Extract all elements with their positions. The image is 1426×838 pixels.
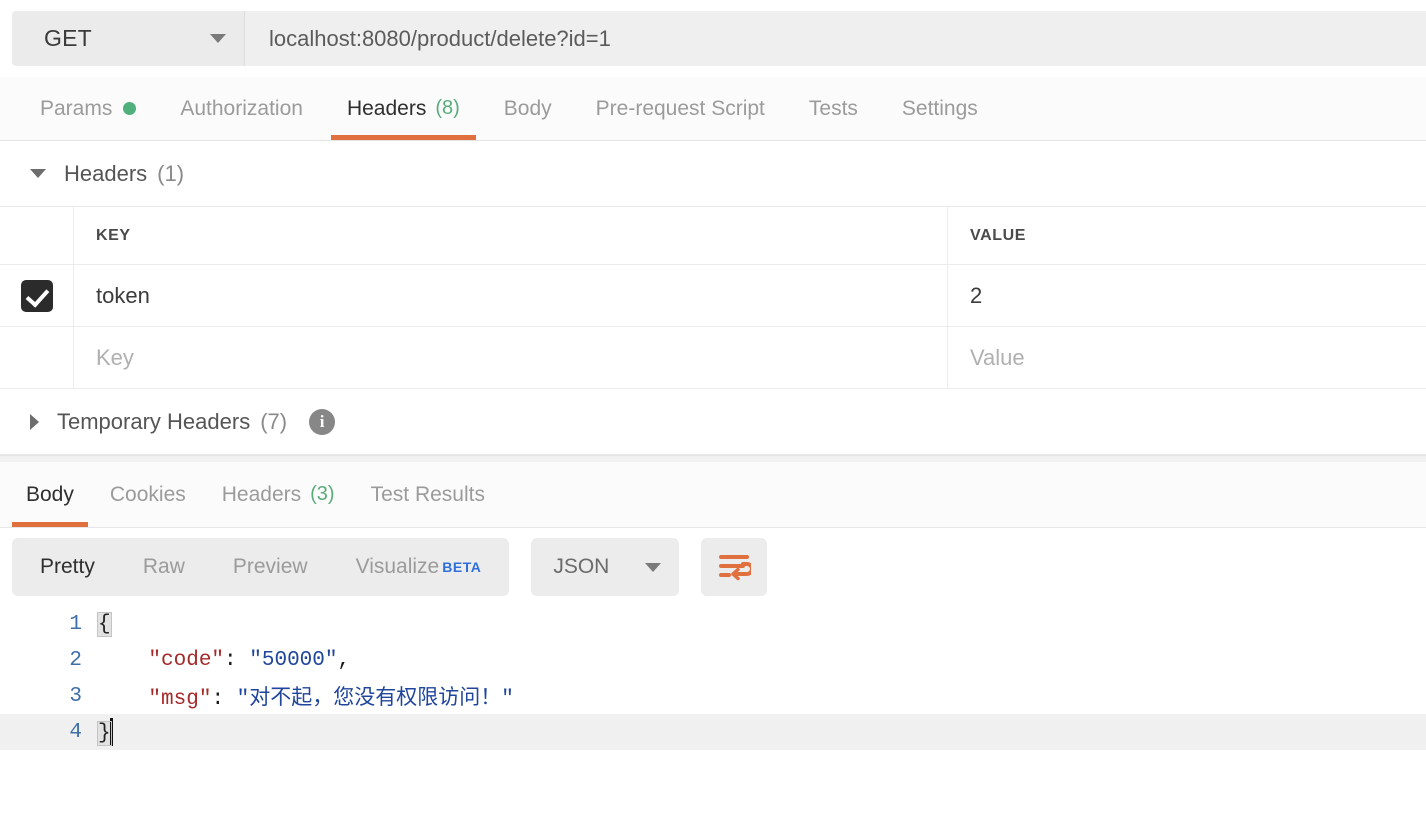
request-url-input[interactable]: localhost:8080/product/delete?id=1 xyxy=(245,11,1426,66)
tab-pre-request-script[interactable]: Pre-request Script xyxy=(574,77,787,140)
code-token: "code" xyxy=(148,648,225,672)
tab-tests-label: Tests xyxy=(808,96,858,120)
row-value-input[interactable]: 2 xyxy=(948,265,1426,326)
postman-request-response-pane: GET localhost:8080/product/delete?id=1 P… xyxy=(0,0,1426,838)
response-tab-headers-count: (3) xyxy=(310,483,335,505)
code-line-text: "msg": "对不起，您没有权限访问！" xyxy=(98,681,514,711)
chevron-down-icon xyxy=(210,34,226,43)
http-method-label: GET xyxy=(44,25,92,51)
response-tab-test-results[interactable]: Test Results xyxy=(353,462,503,527)
params-modified-dot-icon xyxy=(123,102,137,115)
beta-badge: BETA xyxy=(442,559,482,575)
response-tab-headers-label: Headers xyxy=(221,482,302,506)
line-number: 2 xyxy=(69,648,82,672)
code-line[interactable]: 2 "code": "50000", xyxy=(0,642,1426,678)
tab-settings[interactable]: Settings xyxy=(880,77,1000,140)
line-number: 3 xyxy=(69,684,82,708)
triangle-right-icon xyxy=(30,413,39,430)
view-mode-visualize[interactable]: Visualize BETA xyxy=(332,538,506,596)
new-row-key-input[interactable]: Key xyxy=(74,327,948,388)
info-circle-icon[interactable]: i xyxy=(309,408,336,435)
code-token: : xyxy=(211,688,237,711)
request-tab-bar: Params Authorization Headers (8) Body Pr… xyxy=(0,77,1426,141)
response-tab-body[interactable]: Body xyxy=(8,462,92,527)
view-mode-preview[interactable]: Preview xyxy=(209,538,332,596)
view-mode-raw-label: Raw xyxy=(142,555,185,578)
chevron-down-icon xyxy=(645,562,662,572)
view-mode-raw[interactable]: Raw xyxy=(119,538,209,596)
tab-headers-label: Headers xyxy=(346,96,427,120)
temporary-headers-toggle[interactable]: Temporary Headers (7) i xyxy=(0,389,1426,455)
table-row: token 2 xyxy=(0,265,1426,327)
code-line[interactable]: 3 "msg": "对不起，您没有权限访问！" xyxy=(0,678,1426,714)
row-checkbox-cell xyxy=(0,265,74,326)
code-token: { xyxy=(97,611,112,637)
code-line-text: "code": "50000", xyxy=(98,649,350,672)
temporary-headers-count: (7) xyxy=(260,408,288,434)
column-header-value-label: VALUE xyxy=(970,226,1027,244)
headers-section-count: (1) xyxy=(157,160,185,186)
url-bar: GET localhost:8080/product/delete?id=1 xyxy=(0,0,1426,77)
view-mode-preview-label: Preview xyxy=(232,555,308,578)
code-token: , xyxy=(337,648,351,672)
tab-authorization[interactable]: Authorization xyxy=(158,77,325,140)
word-wrap-icon xyxy=(719,555,752,581)
view-mode-pretty-label: Pretty xyxy=(40,555,95,578)
headers-section-title: Headers xyxy=(64,160,148,186)
headers-table: KEY VALUE token 2 Key Value xyxy=(0,207,1426,389)
tab-tests[interactable]: Tests xyxy=(787,77,880,140)
tab-body[interactable]: Body xyxy=(482,77,574,140)
column-header-key-label: KEY xyxy=(96,226,131,244)
response-tab-body-label: Body xyxy=(26,482,74,506)
http-method-dropdown[interactable]: GET xyxy=(12,11,245,66)
code-line[interactable]: 1{ xyxy=(0,606,1426,642)
view-mode-visualize-label: Visualize xyxy=(355,555,440,578)
row-enabled-checkbox[interactable] xyxy=(20,279,53,312)
new-row-checkbox-cell xyxy=(0,327,74,388)
word-wrap-button[interactable] xyxy=(701,538,768,596)
response-tab-cookies[interactable]: Cookies xyxy=(92,462,204,527)
view-mode-pretty[interactable]: Pretty xyxy=(16,538,119,596)
code-token: "对不起，您没有权限访问！" xyxy=(236,688,514,711)
response-language-dropdown[interactable]: JSON xyxy=(531,538,680,596)
response-tab-bar: Body Cookies Headers (3) Test Results xyxy=(0,462,1426,528)
row-key-input[interactable]: token xyxy=(74,265,948,326)
triangle-down-icon xyxy=(30,169,46,178)
response-tab-cookies-label: Cookies xyxy=(109,482,186,506)
table-header-row: KEY VALUE xyxy=(0,207,1426,265)
response-tab-test-results-label: Test Results xyxy=(370,482,485,506)
line-number: 4 xyxy=(69,720,82,744)
line-number: 1 xyxy=(69,612,82,636)
tab-body-label: Body xyxy=(503,96,552,120)
tab-params-label: Params xyxy=(40,96,113,120)
tab-pre-request-script-label: Pre-request Script xyxy=(595,96,765,120)
column-header-key: KEY xyxy=(74,207,948,264)
response-view-mode-group: Pretty Raw Preview Visualize BETA xyxy=(12,538,510,596)
code-line-text: } xyxy=(97,718,113,746)
code-token: "50000" xyxy=(249,648,338,672)
headers-section-toggle[interactable]: Headers (1) xyxy=(0,141,1426,207)
response-pane-divider[interactable] xyxy=(0,455,1426,462)
response-language-label: JSON xyxy=(553,555,610,578)
code-token: "msg" xyxy=(148,688,212,711)
tab-params[interactable]: Params xyxy=(18,77,158,140)
response-tab-headers[interactable]: Headers (3) xyxy=(204,462,353,527)
tab-settings-label: Settings xyxy=(901,96,978,120)
tab-authorization-label: Authorization xyxy=(180,96,303,120)
new-row-value-input[interactable]: Value xyxy=(948,327,1426,388)
code-line-text: { xyxy=(97,611,112,637)
tab-headers[interactable]: Headers (8) xyxy=(325,77,482,140)
table-row-new: Key Value xyxy=(0,327,1426,389)
column-header-value: VALUE xyxy=(948,207,1426,264)
tab-headers-count: (8) xyxy=(435,97,460,119)
code-line[interactable]: 4} xyxy=(0,714,1426,750)
code-token: : xyxy=(224,648,250,672)
text-caret xyxy=(109,718,113,746)
temporary-headers-title: Temporary Headers xyxy=(57,408,251,434)
header-checkbox-column xyxy=(0,207,74,264)
response-body-code-editor[interactable]: 1{2 "code": "50000", 3 "msg": "对不起，您没有权限访… xyxy=(0,606,1426,750)
response-format-toolbar: Pretty Raw Preview Visualize BETA JSON xyxy=(0,528,1426,606)
